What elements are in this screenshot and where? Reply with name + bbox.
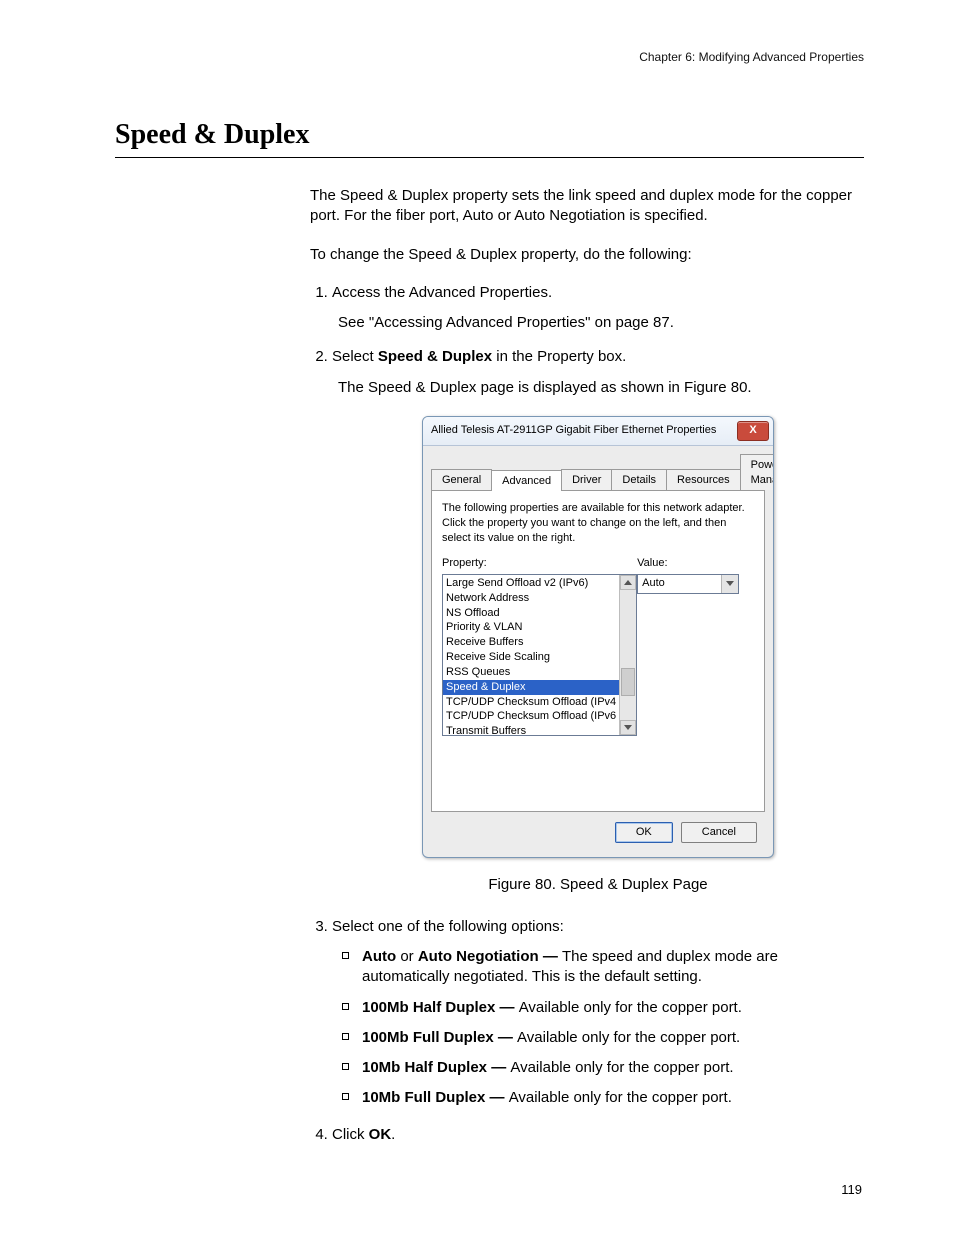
step-4-pre: Click bbox=[332, 1126, 369, 1143]
step-2-bold: Speed & Duplex bbox=[378, 348, 492, 365]
step-3-text: Select one of the following options: bbox=[332, 918, 564, 935]
list-item[interactable]: Priority & VLAN bbox=[443, 620, 619, 635]
advanced-tab-panel: The following properties are available f… bbox=[431, 491, 765, 812]
step-2-post: in the Property box. bbox=[492, 348, 626, 365]
property-row: Property: Large Send Offload v2 (IPv6) N… bbox=[442, 556, 754, 736]
step-4-post: . bbox=[391, 1126, 395, 1143]
property-listbox-items: Large Send Offload v2 (IPv6) Network Add… bbox=[443, 575, 619, 735]
listbox-scrollbar[interactable] bbox=[619, 575, 636, 735]
opt-auto-b2: Auto Negotiation — bbox=[418, 948, 562, 965]
value-selected: Auto bbox=[638, 576, 721, 591]
step-1-body: See "Accessing Advanced Properties" on p… bbox=[338, 313, 864, 333]
title-rule bbox=[115, 157, 864, 158]
option-10-full: 10Mb Full Duplex — Available only for th… bbox=[362, 1088, 864, 1108]
scroll-up-button[interactable] bbox=[620, 575, 636, 590]
scroll-thumb[interactable] bbox=[621, 668, 635, 696]
step-2-body: The Speed & Duplex page is displayed as … bbox=[338, 378, 864, 398]
cancel-button[interactable]: Cancel bbox=[681, 822, 757, 843]
list-item[interactable]: TCP/UDP Checksum Offload (IPv4 bbox=[443, 695, 619, 710]
options-list: Auto or Auto Negotiation — The speed and… bbox=[342, 947, 864, 1109]
running-header: Chapter 6: Modifying Advanced Properties bbox=[115, 50, 864, 64]
list-item[interactable]: Receive Buffers bbox=[443, 635, 619, 650]
opt-10h-b: 10Mb Half Duplex — bbox=[362, 1059, 510, 1076]
list-item[interactable]: Network Address bbox=[443, 591, 619, 606]
step-1: Access the Advanced Properties. See "Acc… bbox=[332, 283, 864, 334]
tab-power-management[interactable]: Power Management bbox=[740, 454, 774, 491]
opt-auto-b1: Auto bbox=[362, 948, 396, 965]
tabstrip: General Advanced Driver Details Resource… bbox=[431, 454, 765, 492]
properties-dialog: Allied Telesis AT-2911GP Gigabit Fiber E… bbox=[422, 416, 774, 859]
dialog-buttons: OK Cancel bbox=[431, 822, 765, 847]
opt-100f-b: 100Mb Full Duplex — bbox=[362, 1029, 517, 1046]
intro-p1: The Speed & Duplex property sets the lin… bbox=[310, 186, 864, 227]
close-icon: X bbox=[749, 423, 756, 438]
chevron-down-icon bbox=[726, 581, 734, 586]
opt-100f-rest: Available only for the copper port. bbox=[517, 1029, 740, 1046]
value-combobox[interactable]: Auto bbox=[637, 574, 739, 594]
step-4-bold: OK bbox=[369, 1126, 392, 1143]
panel-description: The following properties are available f… bbox=[442, 501, 754, 546]
chevron-up-icon bbox=[624, 580, 632, 585]
page-number: 119 bbox=[841, 1182, 862, 1197]
list-item[interactable]: TCP/UDP Checksum Offload (IPv6 bbox=[443, 709, 619, 724]
tab-general[interactable]: General bbox=[431, 469, 492, 491]
list-item[interactable]: Receive Side Scaling bbox=[443, 650, 619, 665]
opt-100h-b: 100Mb Half Duplex — bbox=[362, 999, 519, 1016]
scroll-track[interactable] bbox=[620, 590, 636, 720]
option-auto: Auto or Auto Negotiation — The speed and… bbox=[362, 947, 864, 988]
property-listbox[interactable]: Large Send Offload v2 (IPv6) Network Add… bbox=[442, 574, 637, 736]
figure-caption: Figure 80. Speed & Duplex Page bbox=[332, 875, 864, 895]
intro-p2: To change the Speed & Duplex property, d… bbox=[310, 245, 864, 265]
step-2-pre: Select bbox=[332, 348, 378, 365]
section-title: Speed & Duplex bbox=[115, 119, 864, 151]
list-item[interactable]: NS Offload bbox=[443, 606, 619, 621]
opt-10f-rest: Available only for the copper port. bbox=[509, 1089, 732, 1106]
step-2: Select Speed & Duplex in the Property bo… bbox=[332, 347, 864, 895]
opt-100h-rest: Available only for the copper port. bbox=[519, 999, 742, 1016]
step-1-text: Access the Advanced Properties. bbox=[332, 284, 552, 301]
figure-80: Allied Telesis AT-2911GP Gigabit Fiber E… bbox=[332, 416, 864, 895]
value-column: Value: Auto bbox=[637, 556, 754, 736]
list-item[interactable]: Large Send Offload v2 (IPv6) bbox=[443, 576, 619, 591]
value-label: Value: bbox=[637, 556, 667, 571]
dialog-client: General Advanced Driver Details Resource… bbox=[423, 446, 773, 858]
option-10-half: 10Mb Half Duplex — Available only for th… bbox=[362, 1058, 864, 1078]
option-100-full: 100Mb Full Duplex — Available only for t… bbox=[362, 1028, 864, 1048]
opt-10h-rest: Available only for the copper port. bbox=[510, 1059, 733, 1076]
property-label: Property: bbox=[442, 556, 637, 571]
dialog-title: Allied Telesis AT-2911GP Gigabit Fiber E… bbox=[431, 423, 716, 438]
list-item[interactable]: Transmit Buffers bbox=[443, 724, 619, 736]
ok-button[interactable]: OK bbox=[615, 822, 673, 843]
body-column: The Speed & Duplex property sets the lin… bbox=[310, 186, 864, 1145]
list-item-selected[interactable]: Speed & Duplex bbox=[443, 680, 619, 695]
list-item[interactable]: RSS Queues bbox=[443, 665, 619, 680]
opt-10f-b: 10Mb Full Duplex — bbox=[362, 1089, 509, 1106]
combo-dropdown-button[interactable] bbox=[721, 575, 738, 593]
page: Chapter 6: Modifying Advanced Properties… bbox=[0, 0, 954, 1235]
tab-driver[interactable]: Driver bbox=[561, 469, 612, 491]
tab-resources[interactable]: Resources bbox=[666, 469, 741, 491]
tab-advanced[interactable]: Advanced bbox=[491, 470, 562, 492]
steps-list: Access the Advanced Properties. See "Acc… bbox=[310, 283, 864, 1145]
tab-details[interactable]: Details bbox=[611, 469, 667, 491]
opt-auto-mid: or bbox=[396, 948, 418, 965]
step-3: Select one of the following options: Aut… bbox=[332, 917, 864, 1109]
option-100-half: 100Mb Half Duplex — Available only for t… bbox=[362, 998, 864, 1018]
scroll-down-button[interactable] bbox=[620, 720, 636, 735]
property-column: Property: Large Send Offload v2 (IPv6) N… bbox=[442, 556, 637, 736]
dialog-titlebar: Allied Telesis AT-2911GP Gigabit Fiber E… bbox=[423, 417, 773, 446]
chevron-down-icon bbox=[624, 725, 632, 730]
step-4: Click OK. bbox=[332, 1125, 864, 1145]
close-button[interactable]: X bbox=[737, 421, 769, 441]
